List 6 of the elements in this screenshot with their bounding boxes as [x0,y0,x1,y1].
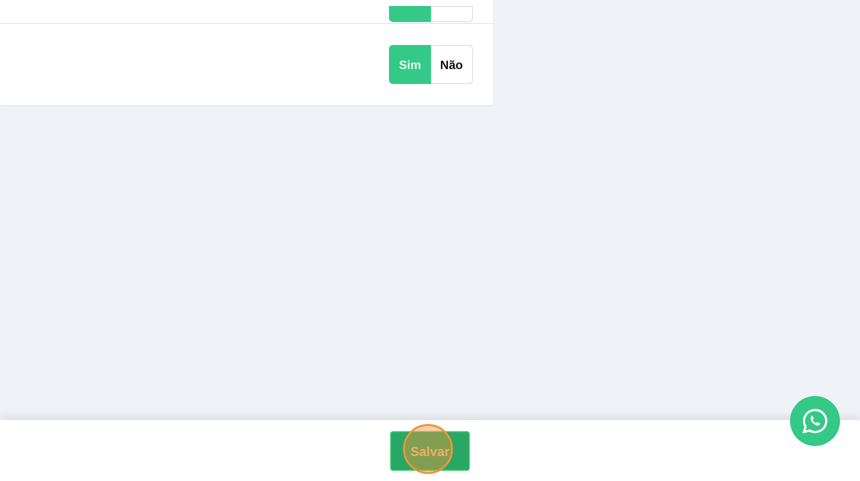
whatsapp-button[interactable] [790,396,840,446]
chat-phone-icon [801,407,829,435]
toggle-option[interactable]: Sim [389,45,431,84]
toggle-option[interactable] [389,6,431,22]
toggle-option[interactable]: Não [431,45,473,84]
save-button[interactable]: Salvar [390,431,470,471]
